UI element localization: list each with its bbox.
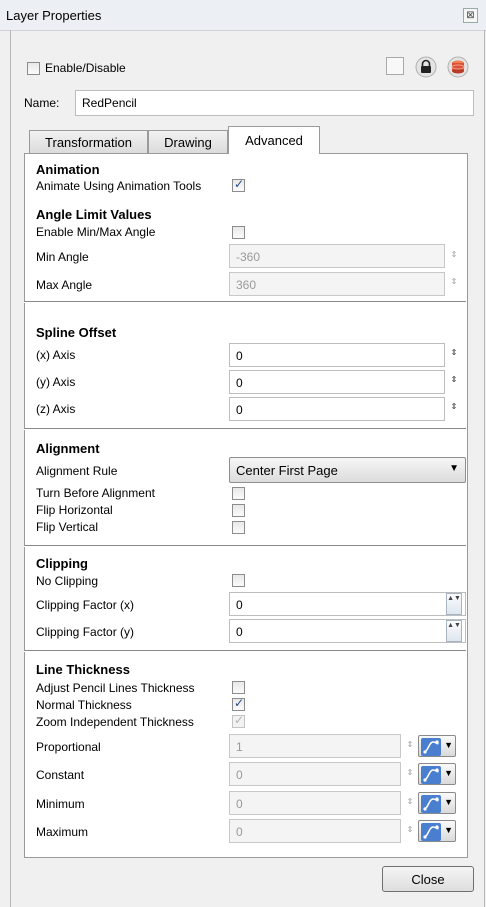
adjust-pencil-lines-checkbox[interactable] bbox=[232, 681, 245, 694]
lock-icon[interactable] bbox=[415, 56, 437, 78]
proportional-spin[interactable]: ⇕ bbox=[405, 741, 415, 749]
min-angle-input[interactable]: -360 bbox=[229, 244, 445, 268]
proportional-input[interactable]: 1 bbox=[229, 734, 401, 758]
clipping-factor-x-label: Clipping Factor (x) bbox=[36, 598, 135, 612]
clipping-factor-x-input[interactable]: 0 bbox=[229, 592, 466, 616]
enable-minmax-label: Enable Min/Max Angle bbox=[36, 225, 156, 239]
z-axis-input[interactable]: 0 bbox=[229, 397, 445, 421]
function-curve-icon bbox=[421, 823, 441, 841]
flip-vertical-checkbox[interactable] bbox=[232, 521, 245, 534]
function-curve-icon bbox=[421, 738, 441, 756]
layer-stack-icon[interactable] bbox=[447, 56, 469, 78]
animate-tools-label: Animate Using Animation Tools bbox=[36, 179, 202, 193]
close-window-icon[interactable]: ⊠ bbox=[463, 8, 478, 23]
clipping-factor-x-spinner[interactable]: ▲▼ bbox=[446, 593, 462, 615]
close-button[interactable]: Close bbox=[382, 866, 474, 892]
max-angle-label: Max Angle bbox=[36, 278, 93, 292]
enable-minmax-checkbox[interactable] bbox=[232, 226, 245, 239]
clipping-heading: Clipping bbox=[36, 556, 88, 571]
window-title: Layer Properties bbox=[6, 8, 102, 23]
tab-drawing[interactable]: Drawing bbox=[148, 130, 228, 153]
normal-thickness-label: Normal Thickness bbox=[36, 698, 132, 712]
angle-limit-heading: Angle Limit Values bbox=[36, 207, 152, 222]
constant-label: Constant bbox=[36, 768, 85, 782]
normal-thickness-checkbox[interactable] bbox=[232, 696, 245, 711]
flip-horizontal-checkbox[interactable] bbox=[232, 504, 245, 517]
chevron-down-icon: ▼ bbox=[444, 740, 453, 750]
function-curve-icon bbox=[421, 795, 441, 813]
turn-before-alignment-checkbox[interactable] bbox=[232, 487, 245, 500]
y-axis-label: (y) Axis bbox=[36, 375, 76, 389]
no-clipping-label: No Clipping bbox=[36, 574, 99, 588]
x-axis-spin[interactable]: ⇕ bbox=[449, 349, 459, 357]
color-swatch-icon[interactable] bbox=[386, 57, 404, 75]
alignment-heading: Alignment bbox=[36, 441, 100, 456]
name-input[interactable]: RedPencil bbox=[75, 90, 474, 116]
y-axis-input[interactable]: 0 bbox=[229, 370, 445, 394]
chevron-down-icon: ▼ bbox=[449, 463, 459, 474]
proportional-label: Proportional bbox=[36, 740, 101, 754]
maximum-label: Maximum bbox=[36, 825, 89, 839]
constant-function-button[interactable]: ▼ bbox=[418, 763, 456, 785]
minimum-input[interactable]: 0 bbox=[229, 791, 401, 815]
separator bbox=[24, 428, 466, 430]
chevron-down-icon: ▼ bbox=[444, 768, 453, 778]
tab-advanced[interactable]: Advanced bbox=[228, 126, 320, 154]
animation-heading: Animation bbox=[36, 162, 100, 177]
flip-vertical-label: Flip Vertical bbox=[36, 520, 99, 534]
zoom-independent-checkbox[interactable] bbox=[232, 713, 245, 728]
minimum-spin[interactable]: ⇕ bbox=[405, 798, 415, 806]
title-bar: Layer Properties ⊠ bbox=[0, 0, 486, 31]
function-curve-icon bbox=[421, 766, 441, 784]
clipping-factor-y-spinner[interactable]: ▲▼ bbox=[446, 620, 462, 642]
zoom-independent-label: Zoom Independent Thickness bbox=[36, 715, 194, 729]
separator bbox=[24, 301, 466, 303]
maximum-spin[interactable]: ⇕ bbox=[405, 826, 415, 834]
alignment-rule-label: Alignment Rule bbox=[36, 464, 118, 478]
enable-disable-label: Enable/Disable bbox=[45, 61, 126, 75]
minimum-function-button[interactable]: ▼ bbox=[418, 792, 456, 814]
chevron-down-icon: ▼ bbox=[444, 797, 453, 807]
enable-disable-checkbox[interactable] bbox=[27, 62, 40, 75]
animate-tools-checkbox[interactable] bbox=[232, 177, 245, 192]
spline-offset-heading: Spline Offset bbox=[36, 325, 117, 340]
z-axis-spin[interactable]: ⇕ bbox=[449, 403, 459, 411]
z-axis-label: (z) Axis bbox=[36, 402, 76, 416]
tab-transformation[interactable]: Transformation bbox=[29, 130, 148, 153]
adjust-pencil-lines-label: Adjust Pencil Lines Thickness bbox=[36, 681, 195, 695]
clipping-factor-y-input[interactable]: 0 bbox=[229, 619, 466, 643]
proportional-function-button[interactable]: ▼ bbox=[418, 735, 456, 757]
alignment-rule-select[interactable]: Center First Page ▼ bbox=[229, 457, 466, 483]
chevron-down-icon: ▼ bbox=[444, 825, 453, 835]
max-angle-input[interactable]: 360 bbox=[229, 272, 445, 296]
turn-before-alignment-label: Turn Before Alignment bbox=[36, 486, 155, 500]
minimum-label: Minimum bbox=[36, 797, 85, 811]
flip-horizontal-label: Flip Horizontal bbox=[36, 503, 113, 517]
clipping-factor-y-label: Clipping Factor (y) bbox=[36, 625, 135, 639]
min-angle-label: Min Angle bbox=[36, 250, 89, 264]
name-label: Name: bbox=[24, 96, 60, 110]
no-clipping-checkbox[interactable] bbox=[232, 574, 245, 587]
constant-spin[interactable]: ⇕ bbox=[405, 769, 415, 777]
y-axis-spin[interactable]: ⇕ bbox=[449, 376, 459, 384]
separator bbox=[24, 545, 466, 547]
constant-input[interactable]: 0 bbox=[229, 762, 401, 786]
maximum-function-button[interactable]: ▼ bbox=[418, 820, 456, 842]
separator bbox=[24, 650, 466, 652]
alignment-rule-value: Center First Page bbox=[236, 463, 338, 478]
x-axis-input[interactable]: 0 bbox=[229, 343, 445, 367]
min-angle-spin[interactable]: ⇕ bbox=[449, 251, 459, 259]
max-angle-spin[interactable]: ⇕ bbox=[449, 278, 459, 286]
maximum-input[interactable]: 0 bbox=[229, 819, 401, 843]
x-axis-label: (x) Axis bbox=[36, 348, 76, 362]
line-thickness-heading: Line Thickness bbox=[36, 662, 130, 677]
